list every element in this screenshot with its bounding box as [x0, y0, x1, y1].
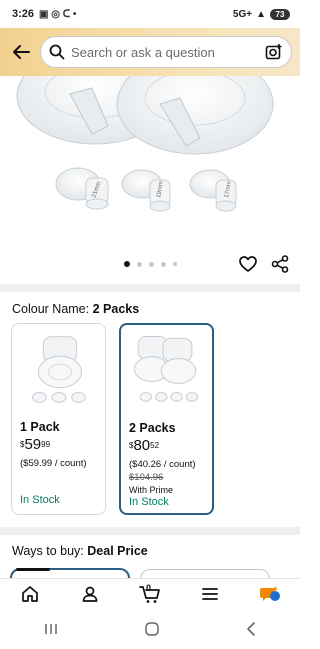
price-fraction: 99 [41, 440, 51, 449]
ways-to-buy-row: Ways to buy: Deal Price [12, 544, 148, 558]
carousel-dot[interactable] [148, 261, 154, 267]
carousel-dot[interactable] [136, 261, 142, 267]
wishlist-button[interactable] [238, 254, 258, 274]
notification-icons: ▣ ◎ ᑕ • [39, 8, 77, 20]
network-label: 5G+ [232, 8, 253, 20]
price-symbol: $ [129, 441, 134, 450]
option-unit-price: ($40.26 / count) [129, 459, 196, 470]
nav-menu[interactable] [190, 580, 230, 608]
price-whole: 80 [133, 437, 151, 454]
search-bar[interactable] [40, 36, 292, 68]
home-icon [22, 585, 38, 602]
option-card-2-packs[interactable]: 2 Packs $8052 ($40.26 / count) $104.96 W… [119, 323, 214, 515]
camera-search-icon[interactable] [265, 43, 283, 61]
search-input[interactable] [71, 44, 259, 60]
recent-apps-icon[interactable] [41, 621, 61, 637]
carousel-dot[interactable] [172, 262, 177, 266]
variant-selected: 2 Packs [92, 302, 140, 316]
cart-count-badge: 0 [146, 582, 152, 593]
option-unit-price: ($59.99 / count) [20, 458, 87, 469]
option-card-1-pack[interactable]: 1 Pack $5999 ($59.99 / count) In Stock [11, 323, 106, 515]
option-price: $5999 [20, 437, 50, 453]
heart-icon [239, 256, 257, 272]
price-fraction: 52 [150, 441, 160, 450]
system-navigation [0, 608, 300, 649]
price-symbol: $ [20, 440, 25, 449]
option-stock-status: In Stock [20, 494, 60, 506]
ways-to-buy-label: Ways to buy: [12, 544, 84, 558]
home-circle-icon[interactable] [143, 620, 161, 638]
ways-to-buy-value: Deal Price [87, 544, 148, 558]
option-prime-note: With Prime [129, 485, 174, 495]
variant-label: Colour Name: [12, 302, 90, 316]
product-page: 3:26 ▣ ◎ ᑕ • 5G+ ▲ 73 Search or ask a qu… [0, 0, 300, 649]
nav-home[interactable] [10, 580, 50, 608]
account-icon [82, 586, 98, 602]
option-title: 1 Pack [20, 420, 60, 434]
signal-icon: ▲ [256, 8, 266, 20]
menu-icon [202, 587, 218, 600]
rufus-icon [260, 585, 280, 601]
search-icon [49, 44, 65, 60]
nav-cart[interactable]: 0 [130, 580, 170, 608]
option-thumbnail [32, 336, 86, 403]
nav-rufus[interactable] [250, 580, 290, 608]
back-chevron-icon[interactable] [243, 621, 259, 637]
carousel-dot[interactable] [160, 261, 166, 267]
status-time: 3:26 [12, 8, 35, 20]
back-button[interactable] [8, 39, 34, 65]
product-image-carousel[interactable]: 21mm 19mm 17mm [0, 76, 300, 252]
option-list-price: $104.96 [129, 472, 164, 483]
price-whole: 59 [24, 436, 42, 453]
bottom-navigation: 0 [0, 578, 300, 608]
search-header [0, 28, 300, 76]
variant-label-row: Colour Name: 2 Packs [12, 302, 139, 316]
status-bar: 3:26 ▣ ◎ ᑕ • 5G+ ▲ 73 [0, 0, 300, 28]
nav-account[interactable] [70, 580, 110, 608]
carousel-dot[interactable] [123, 261, 130, 267]
back-arrow-icon [13, 45, 30, 59]
option-title: 2 Packs [129, 421, 176, 435]
battery-icon: 73 [270, 8, 290, 20]
section-divider [0, 284, 300, 292]
section-divider [0, 527, 300, 535]
option-price: $8052 [129, 438, 159, 454]
product-image: 21mm 19mm 17mm [16, 76, 274, 212]
share-icon [271, 255, 289, 273]
option-stock-status: In Stock [129, 496, 169, 508]
share-button[interactable] [270, 254, 290, 274]
option-thumbnail [133, 335, 199, 402]
